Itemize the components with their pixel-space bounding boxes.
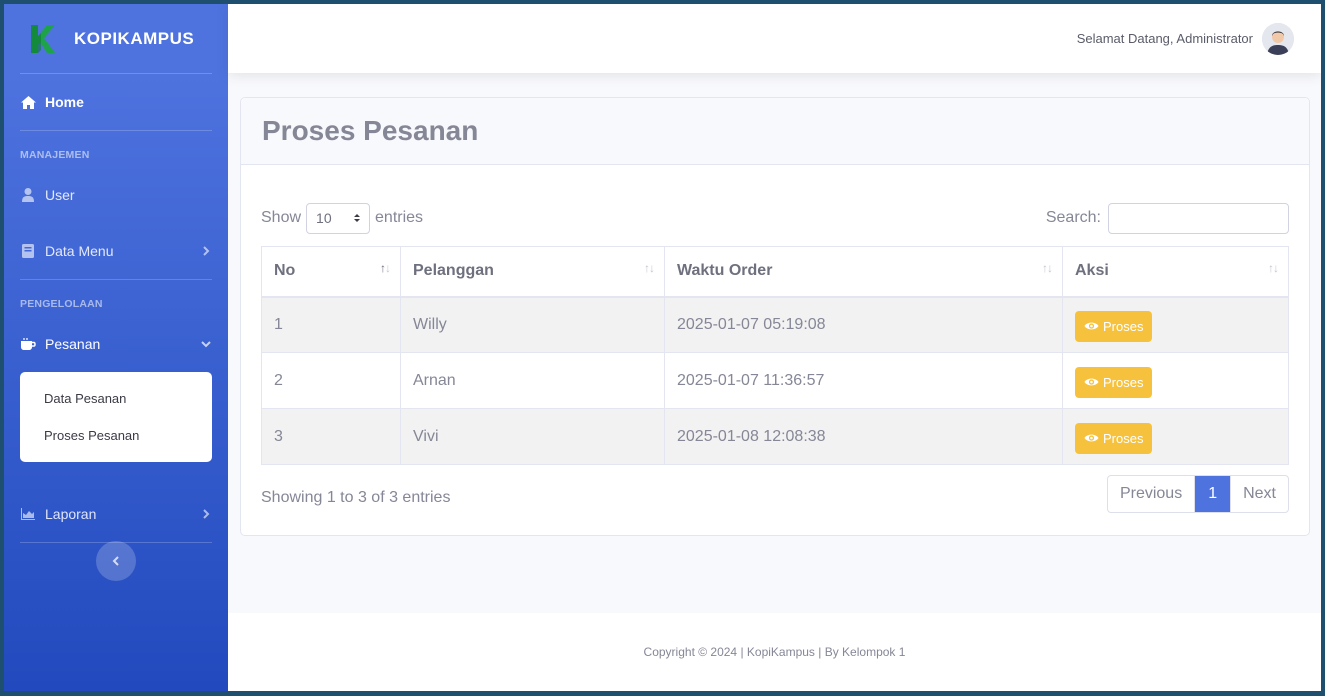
cell-order-time: 2025-01-08 12:08:38: [664, 408, 1063, 465]
table-header-row: No ↑↓ Pelanggan ↑↓ Waktu Order ↑↓ Aksi ↑…: [261, 246, 1289, 298]
cell-no: 1: [261, 296, 401, 353]
proses-button[interactable]: Proses: [1075, 366, 1153, 398]
orders-table: No ↑↓ Pelanggan ↑↓ Waktu Order ↑↓ Aksi ↑…: [261, 246, 1289, 465]
chevron-right-icon: [200, 508, 212, 520]
search-control: Search:: [1045, 202, 1289, 234]
sidebar-item-label: User: [45, 187, 75, 203]
proses-button-label: Proses: [1103, 430, 1144, 446]
column-header-label: No: [274, 262, 296, 280]
chevron-right-icon: [200, 245, 212, 257]
cell-order-time: 2025-01-07 05:19:08: [664, 296, 1063, 353]
show-label: Show: [261, 209, 302, 226]
proses-button-label: Proses: [1103, 318, 1144, 334]
proses-button[interactable]: Proses: [1075, 310, 1153, 342]
submenu-item-proses-pesanan[interactable]: Proses Pesanan: [20, 417, 212, 454]
table-row: 2 Arnan 2025-01-07 11:36:57 Proses: [261, 352, 1289, 409]
brand-name: KOPIKAMPUS: [74, 28, 195, 48]
cell-customer: Willy: [400, 296, 665, 353]
proses-button[interactable]: Proses: [1075, 422, 1153, 454]
page-length-value: 10: [316, 210, 332, 226]
page-title: Proses Pesanan: [262, 115, 479, 146]
table-row: 3 Vivi 2025-01-08 12:08:38 Proses: [261, 408, 1289, 465]
sort-icon: ↑↓: [1268, 261, 1279, 275]
welcome-text[interactable]: Selamat Datang, Administrator: [1077, 31, 1253, 46]
user-icon: [20, 187, 36, 203]
topbar: Selamat Datang, Administrator: [228, 4, 1321, 73]
cell-customer: Vivi: [400, 408, 665, 465]
column-header-no[interactable]: No ↑↓: [261, 246, 401, 298]
eye-icon: [1084, 378, 1099, 386]
pagination-page-button[interactable]: 1: [1194, 476, 1231, 512]
copyright-text: Copyright © 2024 | KopiKampus | By Kelom…: [643, 645, 906, 659]
pesanan-submenu: Data Pesanan Proses Pesanan: [20, 372, 212, 462]
select-arrows-icon: [354, 214, 361, 222]
sort-icon: ↑↓: [1042, 261, 1053, 275]
submenu-item-data-pesanan[interactable]: Data Pesanan: [20, 380, 212, 417]
pagination-previous-button[interactable]: Previous: [1108, 476, 1194, 512]
column-header-pelanggan[interactable]: Pelanggan ↑↓: [400, 246, 665, 298]
cell-customer: Arnan: [400, 352, 665, 409]
sidebar-item-laporan[interactable]: Laporan: [4, 486, 228, 542]
sidebar-item-label: Data Menu: [45, 243, 114, 259]
eye-icon: [1084, 322, 1099, 330]
search-label: Search:: [1045, 209, 1101, 226]
sidebar-heading-manajemen: MANAJEMEN: [20, 149, 90, 161]
card-header: Proses Pesanan: [241, 98, 1309, 165]
home-icon: [20, 94, 36, 110]
orders-card: Proses Pesanan Show 10 entries Search: N…: [240, 97, 1310, 536]
column-header-label: Pelanggan: [413, 262, 494, 280]
column-header-label: Aksi: [1075, 262, 1109, 280]
sort-icon: ↑↓: [644, 261, 655, 275]
column-header-aksi[interactable]: Aksi ↑↓: [1062, 246, 1289, 298]
proses-button-label: Proses: [1103, 374, 1144, 390]
footer: Copyright © 2024 | KopiKampus | By Kelom…: [228, 613, 1321, 691]
sidebar: KOPIKAMPUS Home MANAJEMEN User Data Menu: [4, 4, 228, 691]
column-header-label: Waktu Order: [677, 262, 773, 280]
chevron-left-icon: [112, 556, 119, 566]
eye-icon: [1084, 434, 1099, 442]
sort-ascending-icon: ↑↓: [380, 261, 391, 275]
cell-no: 3: [261, 408, 401, 465]
app-window: KOPIKAMPUS Home MANAJEMEN User Data Menu: [4, 4, 1321, 691]
page-length-control: Show 10 entries: [261, 202, 424, 234]
cell-no: 2: [261, 352, 401, 409]
cell-action: Proses: [1062, 352, 1289, 409]
search-input[interactable]: [1108, 202, 1289, 234]
table-controls: Show 10 entries Search:: [261, 202, 1289, 234]
book-icon: [20, 243, 36, 259]
sidebar-item-user[interactable]: User: [4, 167, 228, 223]
cell-action: Proses: [1062, 408, 1289, 465]
sidebar-item-label: Laporan: [45, 506, 97, 522]
cell-action: Proses: [1062, 296, 1289, 353]
entries-label: entries: [375, 209, 424, 226]
pagination-next-button[interactable]: Next: [1230, 476, 1288, 512]
avatar[interactable]: [1262, 22, 1294, 55]
table-row: 1 Willy 2025-01-07 05:19:08 Proses: [261, 296, 1289, 353]
coffee-cup-icon: [20, 336, 36, 352]
kopikampus-logo-icon: [31, 24, 55, 53]
sidebar-item-pesanan[interactable]: Pesanan: [4, 316, 228, 372]
chevron-down-icon: [200, 338, 212, 350]
sidebar-toggle-button[interactable]: [96, 541, 136, 581]
column-header-waktu-order[interactable]: Waktu Order ↑↓: [664, 246, 1063, 298]
sidebar-item-label: Pesanan: [45, 336, 101, 352]
page-length-select[interactable]: 10: [306, 202, 371, 234]
sidebar-item-data-menu[interactable]: Data Menu: [4, 223, 228, 279]
table-info: Showing 1 to 3 of 3 entries: [261, 489, 451, 506]
cell-order-time: 2025-01-07 11:36:57: [664, 352, 1063, 409]
sidebar-item-home[interactable]: Home: [4, 74, 228, 130]
sidebar-heading-pengelolaan: PENGELOLAAN: [20, 298, 103, 310]
pagination: Previous 1 Next: [1106, 475, 1289, 513]
brand[interactable]: KOPIKAMPUS: [4, 4, 228, 73]
area-chart-icon: [20, 506, 36, 522]
sidebar-item-label: Home: [45, 94, 84, 110]
